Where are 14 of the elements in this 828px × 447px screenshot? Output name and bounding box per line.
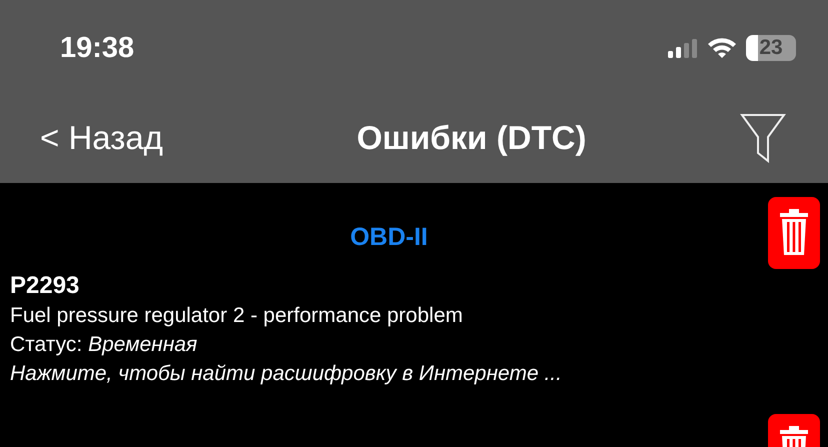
back-link[interactable]: < Назад [40, 119, 163, 157]
signal-icon [668, 38, 698, 58]
section-title: OBD-II [350, 223, 428, 252]
lookup-hint[interactable]: Нажмите, чтобы найти расшифровку в Интернете ... [10, 359, 562, 388]
battery-indicator: 23 [746, 35, 796, 61]
screen-title: Ошибки (DTC) [356, 119, 586, 157]
dtc-status: Статус: Временная [10, 332, 198, 358]
dtc-description: Fuel pressure regulator 2 - performance problem [10, 303, 463, 329]
filter-icon[interactable] [740, 113, 786, 163]
trash-icon [779, 209, 809, 257]
delete-button[interactable] [768, 197, 820, 269]
dtc-code: P2293 [10, 271, 80, 301]
wifi-icon [707, 37, 737, 59]
status-time: 19:38 [60, 32, 134, 64]
